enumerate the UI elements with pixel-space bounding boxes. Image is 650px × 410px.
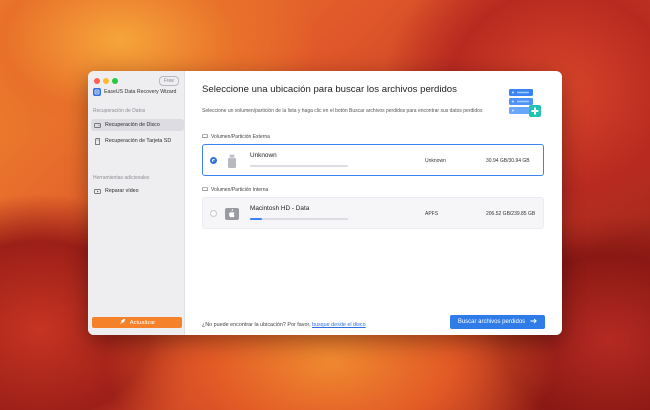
rocket-icon	[119, 318, 126, 327]
group-label-internal: Volumen/Partición Interna	[202, 186, 268, 194]
drive-usage-bar	[250, 165, 348, 167]
usb-drive-icon	[224, 153, 240, 169]
app-name: EaseUS Data Recovery Wizard	[104, 89, 177, 95]
main-content: Seleccione una ubicación para buscar los…	[185, 71, 562, 335]
sidebar-item-label: Reparar vídeo	[105, 188, 139, 194]
footer-help-text: ¿No puede encontrar la ubicación? Por fa…	[202, 322, 366, 328]
drive-usage-fill	[250, 218, 262, 220]
mac-disk-icon	[224, 206, 240, 222]
external-disk-icon	[202, 133, 208, 141]
drive-filesystem: APFS	[425, 211, 439, 217]
drive-row-unknown[interactable]: Unknown Unknown 30.94 GB/30.94 GB	[202, 144, 544, 176]
drive-name: Unknown	[250, 152, 277, 159]
app-brand: EaseUS Data Recovery Wizard	[93, 88, 176, 96]
section-label-data-recovery: Recuperación de Datos	[93, 108, 146, 114]
drive-name: Macintosh HD - Data	[250, 205, 310, 212]
sidebar-item-disk-recovery[interactable]: Recuperación de Disco	[91, 119, 184, 131]
sd-card-icon	[94, 137, 101, 145]
drive-size: 30.94 GB/30.94 GB	[486, 158, 530, 164]
group-label-external: Volumen/Partición Externa	[202, 133, 270, 141]
sidebar: Free EaseUS Data Recovery Wizard Recuper…	[88, 71, 185, 335]
page-subtitle: Seleccione un volumen/partición de la li…	[202, 108, 483, 114]
page-title: Seleccione una ubicación para buscar los…	[202, 84, 457, 95]
video-repair-icon	[94, 188, 101, 195]
group-label-text: Volumen/Partición Interna	[211, 187, 269, 193]
minimize-window-button[interactable]	[103, 78, 109, 84]
arrow-right-icon	[530, 318, 538, 326]
easeus-logo-icon	[93, 88, 101, 96]
group-label-text: Volumen/Partición Externa	[211, 134, 270, 140]
update-button[interactable]: Actualizar	[92, 317, 182, 328]
window-controls	[94, 78, 118, 84]
disk-icon	[94, 122, 101, 129]
drive-row-macintosh-hd-data[interactable]: Macintosh HD - Data APFS 206.52 GB/239.8…	[202, 197, 544, 229]
close-window-button[interactable]	[94, 78, 100, 84]
zoom-window-button[interactable]	[112, 78, 118, 84]
sidebar-item-label: Recuperación de Tarjeta SD	[105, 138, 172, 144]
sidebar-item-sd-card-recovery[interactable]: Recuperación de Tarjeta SD	[91, 135, 184, 147]
search-from-disk-link[interactable]: busque desde el disco	[312, 322, 366, 328]
scan-button-label: Buscar archivos perdidos	[457, 319, 526, 325]
footer-prefix: ¿No puede encontrar la ubicación? Por fa…	[202, 322, 311, 328]
update-label: Actualizar	[129, 319, 156, 326]
drive-filesystem: Unknown	[425, 158, 446, 164]
drive-radio[interactable]	[210, 210, 217, 217]
sidebar-item-video-repair[interactable]: Reparar vídeo	[91, 185, 184, 197]
sidebar-item-label: Recuperación de Disco	[105, 122, 160, 128]
scan-lost-files-button[interactable]: Buscar archivos perdidos	[450, 315, 545, 329]
disk-stack-icon	[505, 86, 545, 122]
app-window: Free EaseUS Data Recovery Wizard Recuper…	[88, 71, 562, 335]
drive-size: 206.52 GB/239.85 GB	[486, 211, 536, 217]
internal-disk-icon	[202, 186, 208, 194]
drive-usage-bar	[250, 218, 348, 220]
free-badge: Free	[158, 76, 179, 86]
section-label-tools: Herramientas adicionales	[93, 175, 150, 181]
drive-radio[interactable]	[210, 157, 217, 164]
